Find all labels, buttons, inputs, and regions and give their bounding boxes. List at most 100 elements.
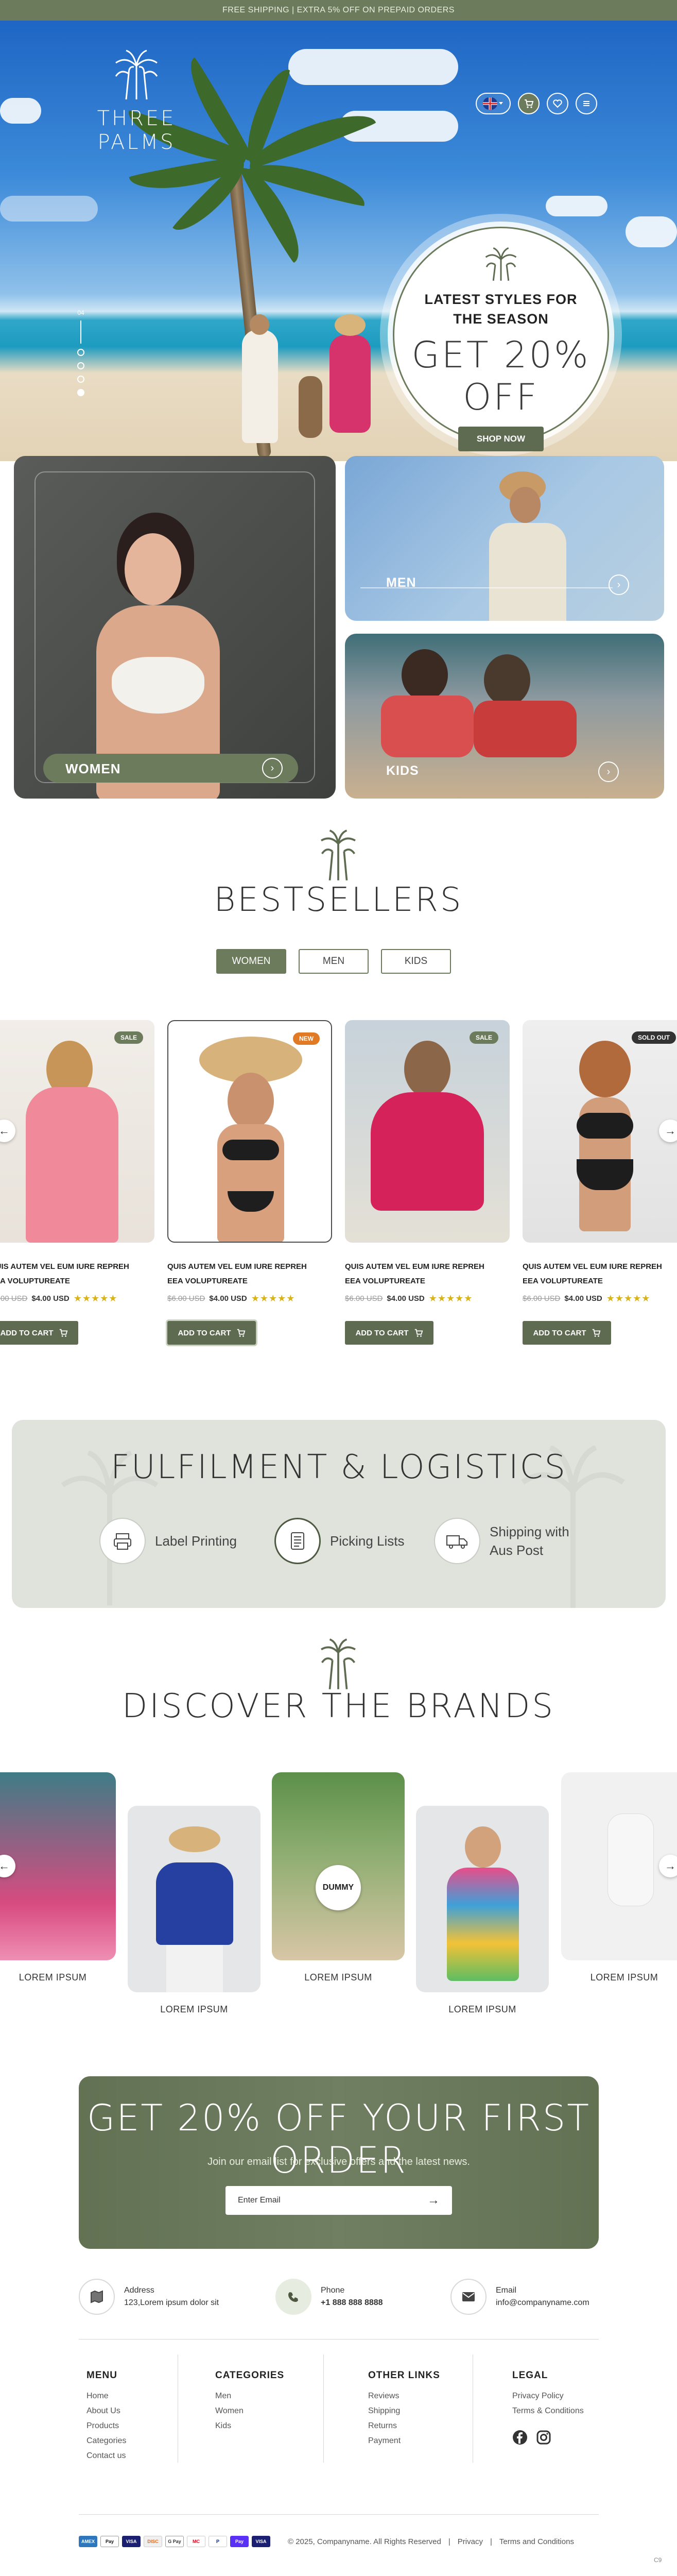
logistics-label: Shipping with Aus Post xyxy=(490,1522,569,1560)
add-to-cart-button[interactable]: ADD TO CART xyxy=(345,1321,433,1345)
category-arrow-button[interactable]: › xyxy=(262,758,283,778)
product-name[interactable]: QUIS AUTEM VEL EUM IURE REPREH EEA VOLUPT… xyxy=(0,1260,154,1289)
product-card[interactable]: SOLD OUT xyxy=(523,1020,677,1243)
category-arrow-button[interactable]: › xyxy=(598,761,619,782)
product-card[interactable]: NEW xyxy=(167,1020,332,1243)
privacy-link[interactable]: Privacy xyxy=(458,2537,483,2546)
facebook-icon[interactable] xyxy=(512,2430,528,2445)
cart-icon xyxy=(237,1329,245,1337)
tab-men[interactable]: MEN xyxy=(299,949,369,974)
product-name[interactable]: QUIS AUTEM VEL EUM IURE REPREH EEA VOLUPT… xyxy=(523,1260,677,1289)
cart-icon xyxy=(414,1329,423,1337)
discover-icon: DISC xyxy=(144,2536,162,2547)
printer-icon xyxy=(99,1518,146,1564)
brand-name[interactable]: LOREM IPSUM xyxy=(416,2004,549,2015)
rating-stars: ★★★★★ xyxy=(73,1293,118,1303)
brand-card[interactable] xyxy=(416,1806,549,1992)
divider xyxy=(79,2514,599,2515)
footer-link[interactable]: Shipping xyxy=(368,2403,440,2418)
add-to-cart-button[interactable]: ADD TO CART xyxy=(523,1321,611,1345)
tab-women[interactable]: WOMEN xyxy=(216,949,286,974)
category-men[interactable]: MEN › xyxy=(345,456,664,621)
instagram-icon[interactable] xyxy=(536,2430,551,2445)
submit-arrow-icon[interactable]: → xyxy=(427,2193,440,2208)
language-selector[interactable] xyxy=(476,93,511,114)
footer-link[interactable]: Reviews xyxy=(368,2388,440,2403)
brand-card[interactable]: DUMMY xyxy=(272,1772,405,1960)
product-name[interactable]: QUIS AUTEM VEL EUM IURE REPREH EEA VOLUPT… xyxy=(345,1260,510,1289)
person-head xyxy=(250,314,269,335)
category-arrow-button[interactable]: › xyxy=(609,574,629,595)
slide-dot[interactable] xyxy=(77,376,84,383)
product-card[interactable]: SALE xyxy=(345,1020,510,1243)
newsletter-title: GET 20% OFF YOUR FIRST ORDER xyxy=(86,2097,591,2181)
slider-pagination: 04 xyxy=(77,309,84,404)
footer-link[interactable]: Categories xyxy=(86,2433,126,2448)
footer-link[interactable]: Privacy Policy xyxy=(512,2388,584,2403)
kid-dress xyxy=(447,1868,519,1981)
kid-face xyxy=(465,1826,501,1868)
model-shirt xyxy=(489,523,566,621)
footer-link[interactable]: Kids xyxy=(215,2418,284,2433)
separator: | xyxy=(490,2537,492,2546)
brand-name[interactable]: LOREM IPSUM xyxy=(561,1972,677,1983)
slide-dot[interactable] xyxy=(77,362,84,369)
divider xyxy=(323,2354,324,2463)
map-icon xyxy=(79,2279,115,2315)
contact-phone[interactable]: Phone +1 888 888 8888 xyxy=(275,2279,383,2315)
contact-email[interactable]: Email info@companyname.com xyxy=(450,2279,589,2315)
slide-dot-active[interactable] xyxy=(77,389,84,396)
footer-link[interactable]: Returns xyxy=(368,2418,440,2433)
brand-name[interactable]: LOREM IPSUM xyxy=(272,1972,405,1983)
add-to-cart-button[interactable]: ADD TO CART xyxy=(167,1321,256,1345)
product-card[interactable]: SALE xyxy=(0,1020,154,1243)
brand-name[interactable]: LOREM IPSUM xyxy=(0,1972,116,1983)
shop-pay-icon: Pay xyxy=(230,2536,249,2547)
terms-link[interactable]: Terms and Conditions xyxy=(499,2537,574,2546)
footer-link[interactable]: Men xyxy=(215,2388,284,2403)
model-bikini xyxy=(112,657,204,714)
tab-kids[interactable]: KIDS xyxy=(381,949,451,974)
brand-logo[interactable]: THREE PALMS xyxy=(77,45,196,154)
phone-icon xyxy=(275,2279,311,2315)
footer-link[interactable]: Home xyxy=(86,2388,126,2403)
cloud xyxy=(0,98,41,124)
category-women[interactable]: WOMEN › xyxy=(14,456,336,799)
mastercard-icon: MC xyxy=(187,2536,205,2547)
product-price: $6.00 USD$4.00 USD★★★★★ xyxy=(0,1293,165,1304)
brand-name[interactable]: LOREM IPSUM xyxy=(128,2004,261,2015)
sale-badge: SALE xyxy=(469,1031,498,1044)
brand-card[interactable] xyxy=(128,1806,261,1992)
kid-shirt xyxy=(474,701,577,757)
footer-link[interactable]: Contact us xyxy=(86,2448,126,2463)
footer-link[interactable]: Women xyxy=(215,2403,284,2418)
footer-link[interactable]: Payment xyxy=(368,2433,440,2448)
sale-badge: SALE xyxy=(114,1031,143,1044)
model-hair xyxy=(404,1041,450,1097)
product-price: $6.00 USD$4.00 USD★★★★★ xyxy=(345,1293,520,1304)
footer-link[interactable]: Terms & Conditions xyxy=(512,2403,584,2418)
category-kids[interactable]: KIDS › xyxy=(345,634,664,799)
menu-button[interactable] xyxy=(576,93,597,114)
shop-now-button[interactable]: SHOP NOW xyxy=(458,427,544,451)
footer-link[interactable]: About Us xyxy=(86,2403,126,2418)
footer-link[interactable]: Products xyxy=(86,2418,126,2433)
cart-button[interactable] xyxy=(518,93,540,114)
product-name-line: QUIS AUTEM VEL EUM IURE REPREH xyxy=(0,1262,129,1271)
footer-heading: MENU xyxy=(86,2370,117,2381)
arrow-left-icon: ← xyxy=(0,1859,10,1872)
email-field[interactable]: Enter Email → xyxy=(225,2186,452,2215)
wishlist-button[interactable] xyxy=(547,93,568,114)
divider xyxy=(79,2339,599,2340)
checklist-icon xyxy=(274,1518,321,1564)
logistics-label: Label Printing xyxy=(155,1533,237,1549)
product-name-line: QUIS AUTEM VEL EUM IURE REPREH xyxy=(167,1262,307,1271)
slide-dot[interactable] xyxy=(77,349,84,356)
product-name[interactable]: QUIS AUTEM VEL EUM IURE REPREH EEA VOLUPT… xyxy=(167,1260,332,1289)
button-label: ADD TO CART xyxy=(533,1328,586,1337)
brand-card[interactable] xyxy=(0,1772,116,1960)
add-to-cart-button[interactable]: ADD TO CART xyxy=(0,1321,78,1345)
truck-icon xyxy=(434,1518,480,1564)
logistics-item: Shipping with Aus Post xyxy=(434,1518,569,1564)
cart-icon xyxy=(592,1329,600,1337)
